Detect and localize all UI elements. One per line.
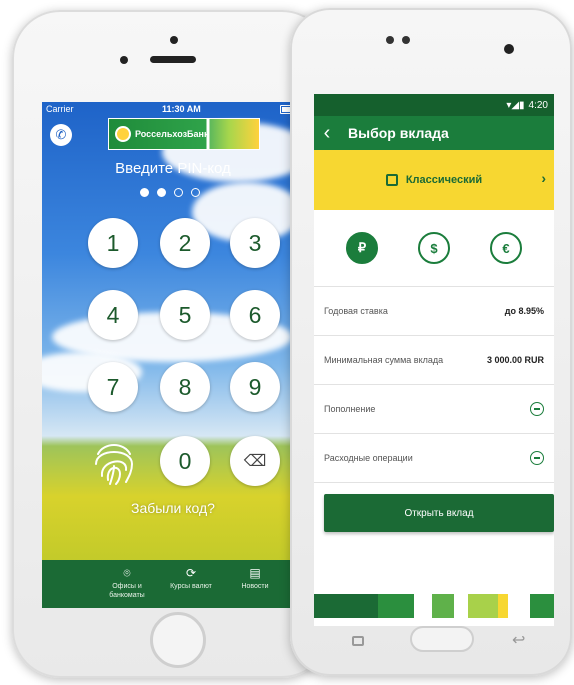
min-amount-label: Минимальная сумма вклада [324, 355, 444, 365]
map-pin-icon: ⌾ [123, 566, 131, 580]
decor-stripe [414, 594, 432, 618]
tab-news[interactable]: ▤ Новости [229, 560, 281, 608]
key-5[interactable]: 5 [160, 290, 210, 340]
app-bar: ‹ Выбор вклада [314, 116, 554, 150]
decor-stripe [508, 594, 530, 618]
bottom-tab-bar: ⌾ Офисы и банкоматы ⟳ Курсы валют ▤ Ново… [42, 560, 304, 608]
android-sensor [402, 36, 410, 44]
pin-prompt: Введите PIN-код [115, 160, 231, 177]
android-back-button[interactable]: ↩ [512, 630, 525, 650]
iphone-device: Carrier 11:30 AM ✆ РоссельхозБанк Введит… [12, 10, 330, 678]
annual-rate-label: Годовая ставка [324, 306, 388, 316]
decor-stripe [498, 594, 508, 618]
minus-circle-icon[interactable] [530, 451, 544, 465]
tab-rates-label: Курсы валют [170, 583, 212, 590]
key-2[interactable]: 2 [160, 218, 210, 268]
tab-rates[interactable]: ⟳ Курсы валют [165, 560, 217, 608]
pin-dot [191, 188, 200, 197]
decor-stripe [378, 594, 414, 618]
safe-icon [385, 174, 398, 186]
backspace-button[interactable]: ⌫ [230, 436, 280, 486]
forgot-code-link[interactable]: Забыли код? [42, 500, 304, 516]
bank-logo-text: РоссельхозБанк [135, 129, 209, 139]
deposit-type-label: Классический [405, 174, 483, 186]
newspaper-icon: ▤ [249, 566, 261, 580]
key-6[interactable]: 6 [230, 290, 280, 340]
iphone-speaker [150, 56, 196, 63]
android-sensor [386, 36, 394, 44]
iphone-camera [170, 36, 178, 44]
pin-dot [174, 188, 183, 197]
chevron-right-icon: › [541, 170, 546, 186]
phone-icon: ✆ [55, 127, 67, 142]
key-7[interactable]: 7 [88, 362, 138, 412]
currency-eur-button[interactable]: € [490, 232, 522, 264]
status-time: 4:20 [528, 99, 548, 111]
android-status-bar: ▾◢▮ 4:20 [314, 94, 554, 116]
tab-offices-label: Офисы и банкоматы [109, 583, 145, 599]
annual-rate-row: Годовая ставка до 8.95% [314, 287, 554, 336]
currency-usd-button[interactable]: $ [418, 232, 450, 264]
signal-icon: ▾◢▮ [506, 99, 525, 111]
replenishment-label: Пополнение [324, 404, 376, 414]
minus-circle-icon[interactable] [530, 402, 544, 416]
key-8[interactable]: 8 [160, 362, 210, 412]
bank-logo-mark [115, 126, 131, 142]
key-4[interactable]: 4 [88, 290, 138, 340]
android-device: ▾◢▮ 4:20 ‹ Выбор вклада Классический › ₽… [290, 8, 572, 676]
deposit-screen: ▾◢▮ 4:20 ‹ Выбор вклада Классический › ₽… [314, 94, 554, 626]
currency-rub-button[interactable]: ₽ [346, 232, 378, 264]
key-3[interactable]: 3 [230, 218, 280, 268]
tab-offices[interactable]: ⌾ Офисы и банкоматы [101, 560, 153, 608]
withdrawal-label: Расходные операции [324, 453, 413, 463]
carrier-label: Carrier [46, 104, 74, 114]
bank-logo: РоссельхозБанк [108, 118, 260, 150]
annual-rate-value: до 8.95% [504, 306, 544, 316]
recent-apps-button[interactable] [352, 636, 364, 646]
exchange-icon: ⟳ [185, 566, 197, 580]
key-0[interactable]: 0 [160, 436, 210, 486]
status-bar: Carrier 11:30 AM [42, 102, 304, 116]
min-amount-value: 3 000.00 RUR [486, 355, 544, 365]
withdrawal-row[interactable]: Расходные операции [314, 434, 554, 483]
pin-indicator [140, 188, 200, 197]
currency-selector: ₽ $ € [314, 210, 554, 287]
pin-screen: Carrier 11:30 AM ✆ РоссельхозБанк Введит… [42, 102, 304, 608]
android-home-button[interactable] [410, 626, 474, 652]
status-time: 11:30 AM [162, 104, 201, 114]
android-camera [504, 44, 514, 54]
tab-news-label: Новости [241, 583, 269, 590]
back-arrow-icon[interactable]: ‹ [314, 122, 340, 145]
pin-dot [140, 188, 149, 197]
deposit-type-selector[interactable]: Классический › [314, 150, 554, 210]
iphone-sensor [120, 56, 128, 64]
replenishment-row[interactable]: Пополнение [314, 385, 554, 434]
decor-stripe [432, 594, 454, 618]
backspace-icon: ⌫ [243, 453, 267, 470]
decor-stripe [314, 594, 378, 618]
phone-call-button[interactable]: ✆ [50, 124, 72, 146]
decor-stripe [530, 594, 554, 618]
fingerprint-icon[interactable] [88, 436, 140, 488]
min-amount-row: Минимальная сумма вклада 3 000.00 RUR [314, 336, 554, 385]
page-title: Выбор вклада [348, 125, 449, 141]
decor-stripe [468, 594, 498, 618]
decor-stripe [454, 594, 468, 618]
pin-dot [157, 188, 166, 197]
key-1[interactable]: 1 [88, 218, 138, 268]
key-9[interactable]: 9 [230, 362, 280, 412]
open-deposit-button[interactable]: Открыть вклад [324, 494, 554, 532]
iphone-home-button[interactable] [150, 612, 206, 668]
